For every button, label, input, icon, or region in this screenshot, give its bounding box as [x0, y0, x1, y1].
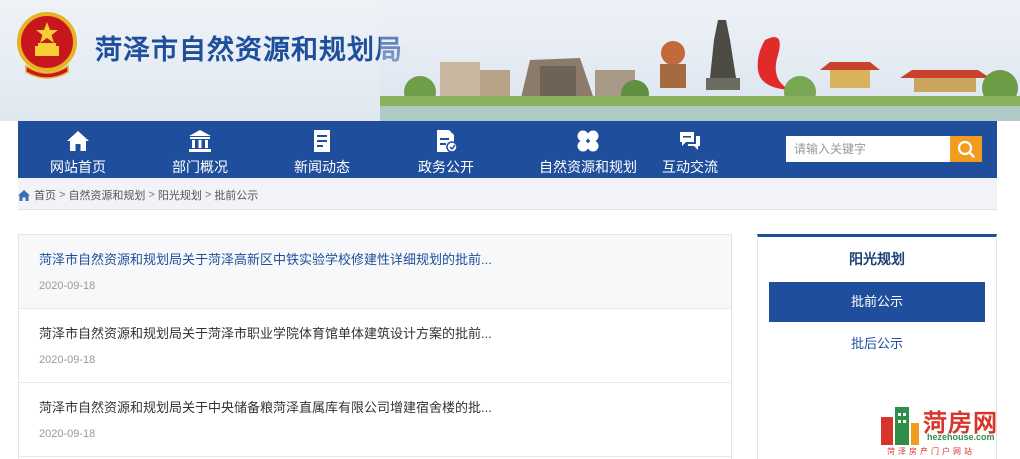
nav-item-natural-resources[interactable]: 自然资源和规划	[518, 121, 658, 178]
sidebar-item-post-approval[interactable]: 批后公示	[769, 324, 985, 364]
nav-label: 自然资源和规划	[539, 159, 637, 175]
nav-label: 网站首页	[50, 159, 106, 175]
national-emblem-icon	[17, 12, 77, 79]
list-item[interactable]: 菏泽市自然资源和规划局关于菏泽高新区中铁实验学校修建性详细规划的批前... 20…	[19, 235, 731, 309]
search-button[interactable]	[950, 136, 982, 162]
nav-label: 互动交流	[662, 159, 718, 175]
main-nav: 网站首页 部门概况 新闻动态 政务公开 自然资源和规划 互动交流 请输入关键字	[18, 121, 997, 178]
file-edit-icon	[437, 130, 458, 153]
institution-icon	[189, 130, 211, 152]
article-title[interactable]: 菏泽市自然资源和规划局关于菏泽高新区中铁实验学校修建性详细规划的批前...	[39, 249, 492, 268]
site-title: 菏泽市自然资源和规划局	[95, 35, 403, 65]
nav-item-news[interactable]: 新闻动态	[272, 121, 372, 178]
nav-item-home[interactable]: 网站首页	[28, 121, 128, 178]
watermark-url: hezehouse.com	[927, 432, 995, 442]
article-title[interactable]: 菏泽市自然资源和规划局关于菏泽市职业学院体育馆单体建筑设计方案的批前...	[39, 323, 492, 342]
breadcrumb-separator: >	[204, 189, 212, 201]
document-icon	[314, 130, 330, 152]
sidebar-title: 阳光规划	[849, 251, 905, 267]
sidebar-item-pre-approval[interactable]: 批前公示	[769, 282, 985, 322]
article-list: 菏泽市自然资源和规划局关于菏泽高新区中铁实验学校修建性详细规划的批前... 20…	[18, 234, 732, 459]
nav-item-department[interactable]: 部门概况	[150, 121, 250, 178]
search-icon	[957, 140, 975, 158]
breadcrumb: 首页 > 自然资源和规划 > 阳光规划 > 批前公示	[18, 187, 258, 203]
home-icon	[67, 131, 89, 151]
city-landscape-banner	[380, 0, 1020, 121]
breadcrumb-natural-resources[interactable]: 自然资源和规划	[68, 187, 145, 203]
list-item[interactable]: 菏泽市自然资源和规划局关于菏泽市职业学院体育馆单体建筑设计方案的批前... 20…	[19, 309, 731, 383]
article-title[interactable]: 菏泽市自然资源和规划局关于中央储备粮菏泽直属库有限公司增建宿舍楼的批...	[39, 397, 492, 416]
list-item[interactable]: 菏泽市自然资源和规划局关于中央储备粮菏泽直属库有限公司增建宿舍楼的批... 20…	[19, 383, 731, 457]
nav-item-government-affairs[interactable]: 政务公开	[396, 121, 496, 178]
site-header: 菏泽市自然资源和规划局	[0, 0, 1020, 121]
chat-icon	[680, 132, 700, 150]
breadcrumb-sunshine-planning[interactable]: 阳光规划	[158, 187, 202, 203]
watermark: 菏房网 hezehouse.com 菏泽房产门户网站	[873, 401, 1013, 457]
article-date: 2020-09-18	[39, 428, 96, 440]
breadcrumb-home[interactable]: 首页	[34, 187, 56, 203]
breadcrumb-separator: >	[59, 189, 66, 201]
nav-label: 政务公开	[418, 159, 474, 175]
nav-label: 部门概况	[172, 159, 228, 175]
search-box	[786, 136, 982, 162]
home-icon	[18, 189, 30, 201]
nav-item-interaction[interactable]: 互动交流	[640, 121, 740, 178]
breadcrumb-separator: >	[148, 189, 155, 201]
building-logo-icon	[881, 407, 919, 445]
watermark-slogan: 菏泽房产门户网站	[887, 447, 975, 456]
breadcrumb-current[interactable]: 批前公示	[214, 187, 258, 203]
search-input[interactable]	[786, 136, 950, 162]
nav-label: 新闻动态	[294, 159, 350, 175]
article-date: 2020-09-18	[39, 354, 96, 366]
breadcrumb-bar: 首页 > 自然资源和规划 > 阳光规划 > 批前公示	[18, 178, 997, 210]
article-date: 2020-09-18	[39, 280, 96, 292]
clover-icon	[577, 130, 599, 152]
